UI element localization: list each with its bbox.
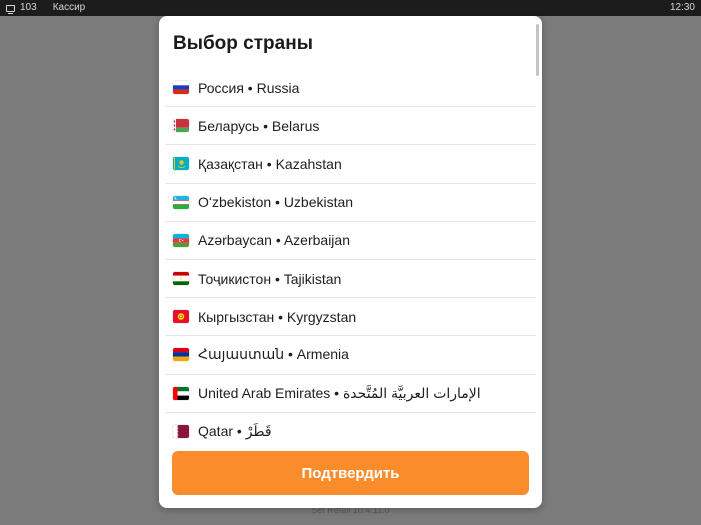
confirm-button[interactable]: Подтвердить — [172, 451, 529, 495]
country-label: Հայաստան • Armenia — [198, 346, 349, 363]
country-label: United Arab Emirates • الإمارات العربيَّ… — [198, 384, 481, 401]
country-label: Oʻzbekiston • Uzbekistan — [198, 194, 354, 211]
terminal-icon — [6, 4, 15, 14]
country-item-kazakhstan[interactable]: Қазақстан • Kazahstan — [165, 145, 536, 184]
country-label: Россия • Russia — [198, 79, 300, 96]
dialog-title: Выбор страны — [173, 33, 313, 54]
flag-kazakhstan-icon — [173, 157, 189, 171]
clock: 12:30 — [669, 2, 695, 13]
flag-uae-icon — [173, 386, 189, 400]
flag-uzbekistan-icon — [173, 195, 189, 209]
country-item-armenia[interactable]: Հայաստան • Armenia — [165, 336, 536, 375]
flag-azerbaijan-icon — [173, 233, 189, 247]
country-item-tajikistan[interactable]: Тоҷикистон • Tajikistan — [165, 260, 536, 299]
country-item-belarus[interactable]: Беларусь • Belarus — [165, 107, 536, 146]
country-item-qatar[interactable]: Qatar • قَطَرْ — [165, 413, 536, 451]
country-item-azerbaijan[interactable]: Azərbaycan • Azerbaijan — [165, 222, 536, 260]
country-item-uae[interactable]: United Arab Emirates • الإمارات العربيَّ… — [165, 375, 536, 413]
flag-armenia-icon — [173, 348, 189, 362]
country-item-uzbekistan[interactable]: Oʻzbekiston • Uzbekistan — [165, 184, 536, 222]
flag-russia-icon — [173, 81, 189, 95]
flag-kyrgyzstan-icon — [173, 310, 189, 324]
country-label: Кыргызстан • Kyrgyzstan — [198, 308, 357, 325]
country-select-dialog: Выбор страны Россия • Russia Беларусь • … — [159, 16, 542, 508]
flag-belarus-icon — [173, 119, 189, 133]
country-item-russia[interactable]: Россия • Russia — [165, 69, 536, 108]
country-label: Беларусь • Belarus — [198, 117, 320, 134]
country-label: Қазақстан • Kazahstan — [198, 155, 342, 172]
country-label: Azərbaycan • Azerbaijan — [198, 232, 350, 249]
status-bar: 103 Кассир 12:30 — [0, 0, 701, 16]
country-list[interactable]: Россия • Russia Беларусь • Belarus Қазақ… — [165, 69, 536, 457]
flag-tajikistan-icon — [173, 272, 189, 286]
scrollbar-thumb[interactable] — [536, 24, 539, 76]
flag-qatar-icon — [173, 425, 189, 439]
country-item-kyrgyzstan[interactable]: Кыргызстан • Kyrgyzstan — [165, 298, 536, 337]
country-label: Qatar • قَطَرْ — [198, 423, 272, 440]
user-role: Кассир — [52, 2, 86, 13]
country-label: Тоҷикистон • Tajikistan — [198, 270, 342, 287]
terminal-number: 103 — [20, 2, 37, 13]
status-bar-left: 103 Кассир — [6, 0, 85, 16]
